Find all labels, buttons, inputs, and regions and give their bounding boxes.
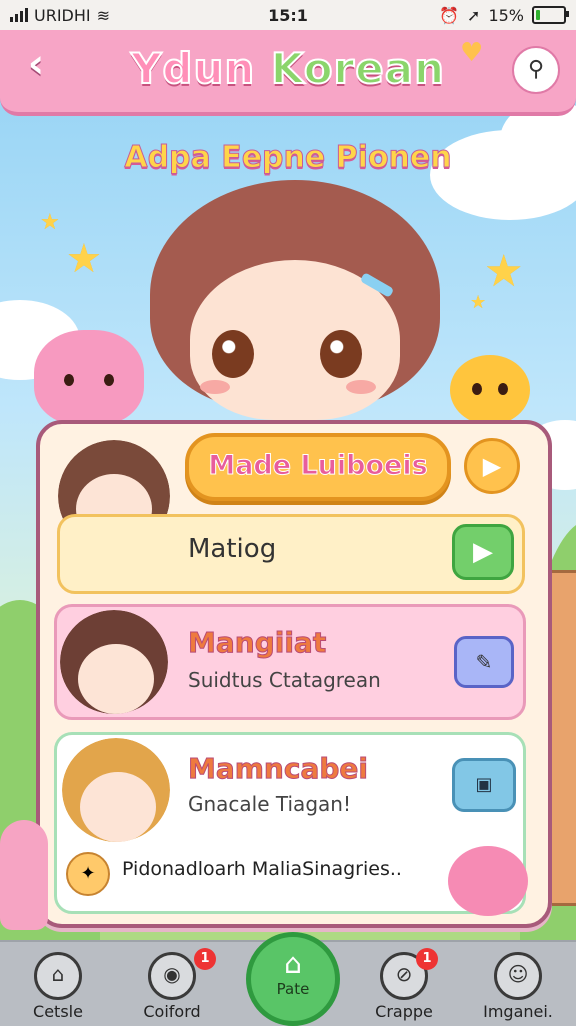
location-icon: ➚ (467, 5, 481, 25)
nav-item-pate[interactable]: ⌂ Pate (246, 932, 340, 1026)
pink-side-pet (0, 820, 48, 930)
camera-icon: ◉ (148, 952, 196, 1000)
nav-badge: 1 (194, 948, 216, 970)
play-icon: ▶ (482, 452, 502, 480)
nav-label: Crappe (375, 1002, 433, 1021)
alarm-icon: ⏰ (439, 5, 460, 25)
nav-item-cetsle[interactable]: ⌂ Cetsle (10, 942, 106, 1026)
star-icon: ★ (470, 292, 487, 313)
mascot-character (150, 180, 440, 420)
house-icon: ⌂ (284, 947, 302, 980)
nav-label: Imganei. (483, 1002, 553, 1021)
sticker-icon: ✎ (475, 650, 493, 674)
blush (346, 380, 376, 394)
row2-subtitle: Suidtus Ctatagrean (188, 668, 381, 692)
pink-blob-pet (448, 846, 528, 916)
star-icon: ★ (66, 236, 102, 282)
avatar-girl-ram-horns (60, 610, 168, 714)
row3-footer: Pidonadloarh MaliaSinagries.. (122, 858, 402, 880)
nav-label: Cetsle (33, 1002, 83, 1021)
title-part1: Ydun (130, 43, 271, 94)
search-profile-button[interactable]: ⚲ (512, 46, 560, 94)
app-title: Ydun Korean (90, 43, 486, 94)
status-bar: URIDHI ≋ 15:1 ⏰ ➚ 15% (0, 0, 576, 30)
page-subtitle: Adpa Eepne Pionen (124, 140, 452, 176)
play-icon: ▶ (473, 537, 493, 567)
row1-play-button[interactable]: ▶ (452, 524, 514, 580)
nav-label: Coiford (143, 1002, 201, 1021)
home-icon: ⌂ (34, 952, 82, 1000)
row2-action-button[interactable]: ✎ (454, 636, 514, 688)
tip-icon: ✦ (66, 852, 110, 896)
nav-item-crappe[interactable]: ⊘ 1 Crappe (356, 942, 452, 1026)
row2-title: Mangiiat (187, 626, 327, 660)
play-button[interactable]: ▶ (464, 438, 520, 494)
back-button[interactable]: ‹ (14, 42, 58, 86)
battery-percent: 15% (488, 5, 524, 25)
star-icon: ★ (40, 210, 60, 235)
nav-label: Pate (276, 980, 310, 998)
blush (200, 380, 230, 394)
yellow-bear-pet (450, 355, 530, 425)
pink-cat-pet (34, 330, 144, 425)
row1-label: Matiog (188, 534, 277, 564)
robot-icon: ▣ (475, 774, 493, 795)
star-icon: ★ (484, 246, 524, 297)
row3-action-button[interactable]: ▣ (452, 758, 516, 812)
battery-icon (532, 6, 569, 24)
mascot-eye (212, 330, 254, 378)
nav-item-imganei[interactable]: ☺ Imganei. (470, 942, 566, 1026)
heart-icon: ♥ (460, 38, 484, 68)
main-lesson-button[interactable]: Made Luiboeis (185, 433, 451, 501)
search-icon: ⚲ (527, 57, 545, 82)
row3-subtitle: Gnacale Tiagan! (188, 792, 351, 816)
nav-badge: 1 (416, 948, 438, 970)
app-header: ‹ Ydun Korean ♥ ⚲ (0, 30, 576, 116)
nav-item-coiford[interactable]: ◉ 1 Coiford (124, 942, 220, 1026)
title-part2: Korean (270, 43, 445, 94)
avatar-girl-blonde (62, 738, 170, 842)
profile-icon: ☺ (494, 952, 542, 1000)
row3-title: Mamncabei (188, 752, 369, 786)
mascot-eye (320, 330, 362, 378)
